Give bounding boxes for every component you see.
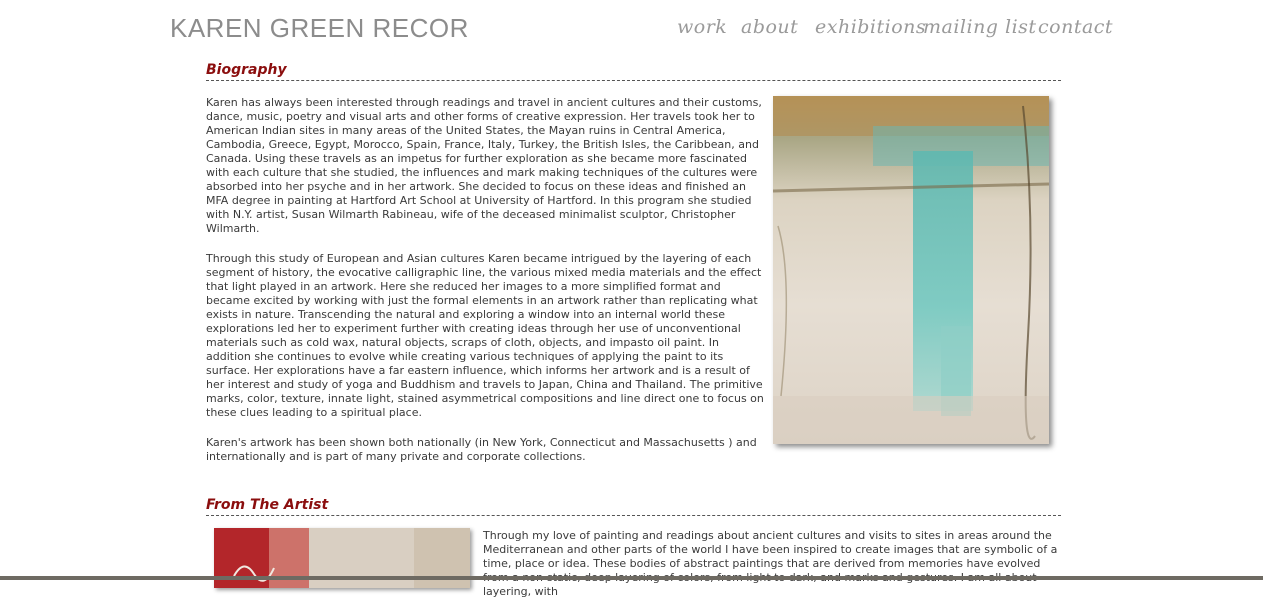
from-the-artist-text: Through my love of painting and readings… [483,529,1058,598]
bio-paragraph: Karen's artwork has been shown both nati… [206,436,757,463]
nav-work[interactable]: work [677,16,727,38]
nav-contact[interactable]: contact [1038,16,1113,38]
biography-heading: Biography [206,62,1061,81]
bio-paragraph: Karen has always been interested through… [206,96,762,235]
painting-artwork [773,96,1049,444]
biography-text: Karen has always been interested through… [206,96,766,480]
nav-mailing-list[interactable]: mailing list [923,16,1037,38]
painting-image[interactable] [773,96,1049,444]
nav-about[interactable]: about [741,16,798,38]
horizontal-scrollbar[interactable] [0,576,1263,580]
nav-exhibitions[interactable]: exhibitions [815,16,926,38]
from-the-artist-heading: From The Artist [206,497,1061,516]
site-title[interactable]: KAREN GREEN RECOR [170,13,469,44]
bio-paragraph: Through this study of European and Asian… [206,252,764,419]
